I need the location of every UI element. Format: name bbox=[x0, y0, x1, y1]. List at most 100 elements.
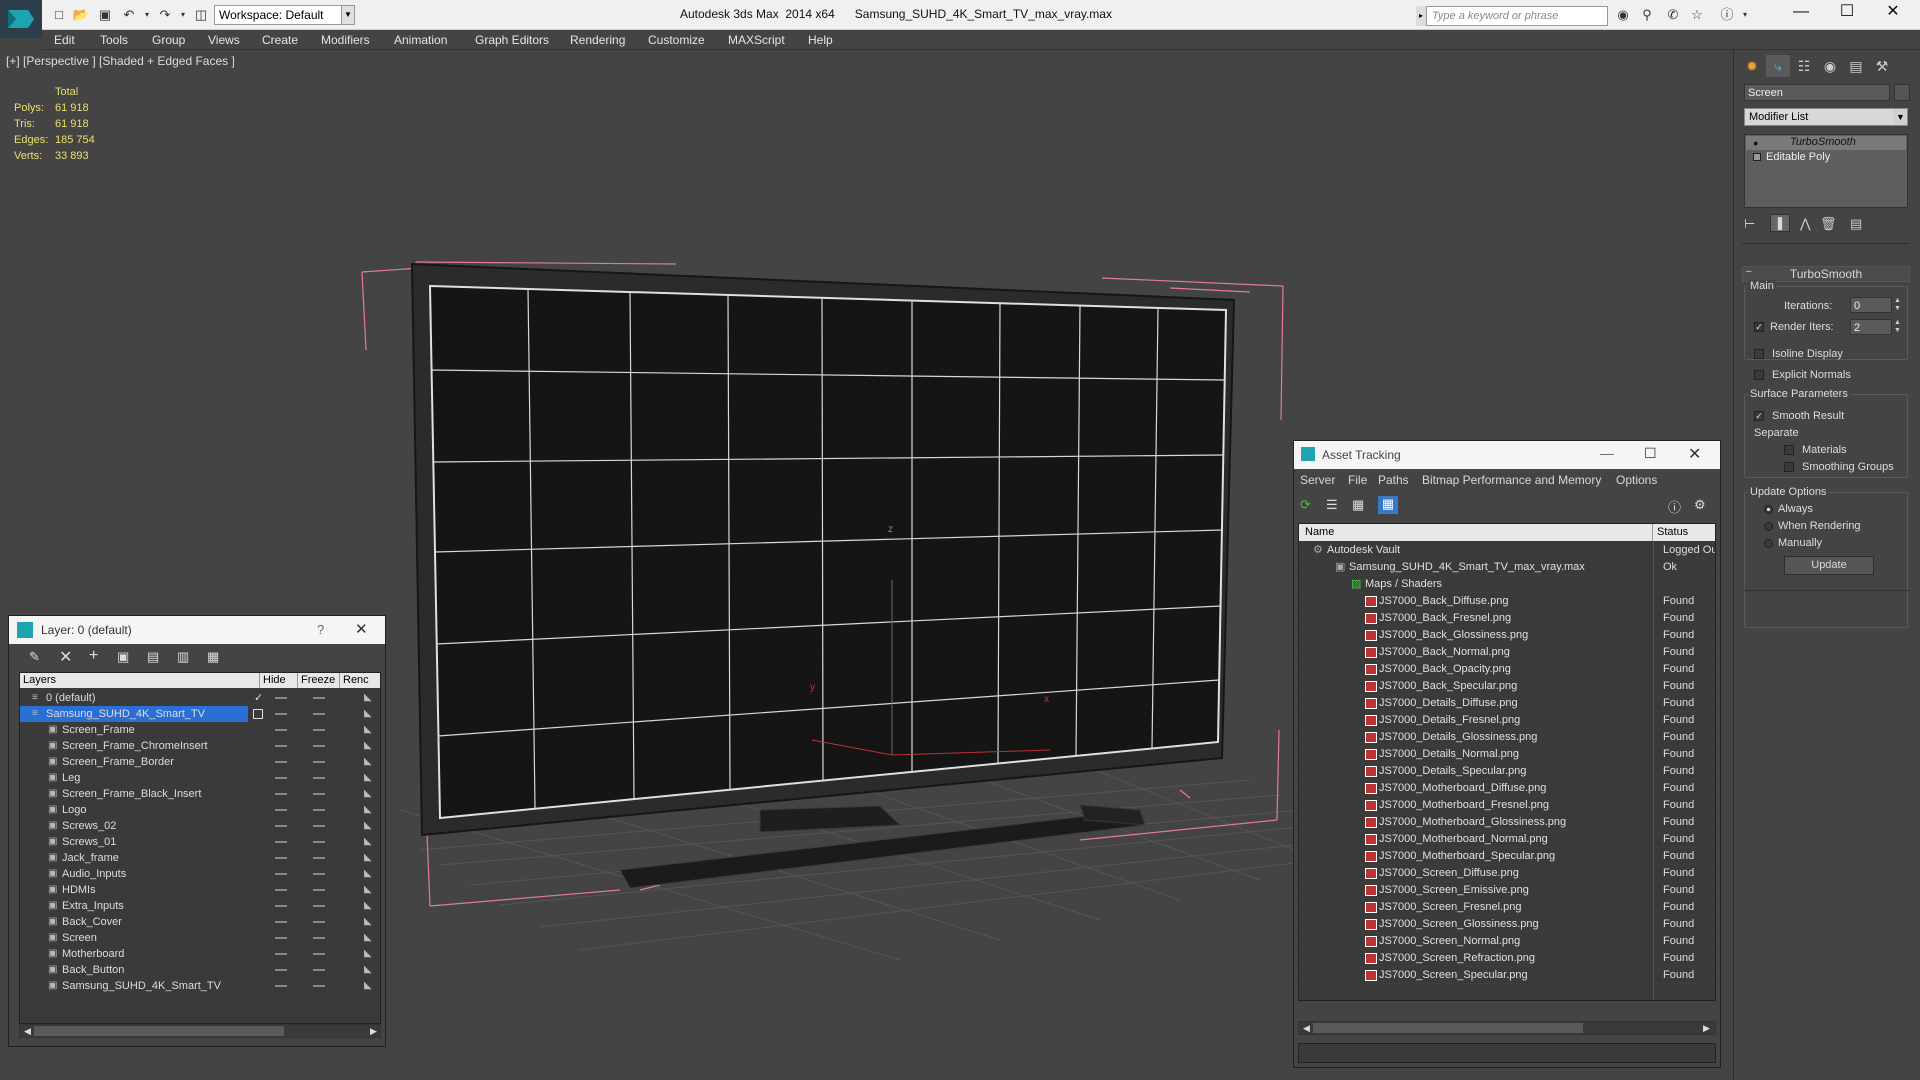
hide-toggle[interactable] bbox=[275, 969, 287, 971]
display-tab-icon[interactable]: ▤ bbox=[1844, 55, 1868, 77]
layer-dialog-title[interactable]: Layer: 0 (default) bbox=[9, 616, 385, 644]
render-teapot-icon[interactable]: ◣ bbox=[364, 946, 372, 962]
create-tab-icon[interactable]: ✹ bbox=[1740, 55, 1764, 77]
modifier-list-dropdown[interactable]: Modifier List bbox=[1744, 108, 1908, 126]
render-iters-input[interactable]: 2 bbox=[1850, 319, 1892, 335]
scroll-right-icon[interactable]: ▶ bbox=[370, 1026, 377, 1037]
freeze-toggle[interactable] bbox=[313, 921, 325, 923]
column-name[interactable]: Name bbox=[1299, 524, 1653, 541]
chevron-down-icon[interactable]: ▼ bbox=[341, 5, 355, 25]
layer-row[interactable]: ▣ Audio_Inputs ◣ bbox=[20, 866, 373, 882]
asset-row[interactable]: JS7000_Screen_Diffuse.png Found bbox=[1299, 865, 1715, 882]
menu-help[interactable]: Help bbox=[808, 33, 833, 47]
close-button[interactable]: ✕ bbox=[1688, 444, 1701, 464]
hide-toggle[interactable] bbox=[275, 761, 287, 763]
hide-toggle[interactable] bbox=[275, 697, 287, 699]
collapse-icon[interactable]: – bbox=[1746, 266, 1752, 277]
make-unique-icon[interactable]: ⋀ bbox=[1800, 216, 1811, 232]
asset-row[interactable]: JS7000_Screen_Glossiness.png Found bbox=[1299, 916, 1715, 933]
freeze-toggle[interactable] bbox=[313, 857, 325, 859]
favorites-star-icon[interactable]: ☆ bbox=[1688, 6, 1706, 23]
maximize-button[interactable]: ☐ bbox=[1644, 445, 1657, 462]
column-freeze[interactable]: Freeze bbox=[298, 673, 340, 688]
menu-server[interactable]: Server bbox=[1300, 473, 1335, 487]
render-teapot-icon[interactable]: ◣ bbox=[364, 802, 372, 818]
asset-row[interactable]: JS7000_Details_Diffuse.png Found bbox=[1299, 695, 1715, 712]
scroll-thumb[interactable] bbox=[1313, 1023, 1583, 1033]
layer-row[interactable]: ▣ Motherboard ◣ bbox=[20, 946, 373, 962]
render-iters-spinner[interactable]: ▲ ▼ bbox=[1894, 319, 1904, 335]
hide-toggle[interactable] bbox=[275, 729, 287, 731]
asset-row[interactable]: JS7000_Motherboard_Diffuse.png Found bbox=[1299, 780, 1715, 797]
manually-radio[interactable] bbox=[1764, 539, 1773, 548]
asset-row[interactable]: JS7000_Motherboard_Fresnel.png Found bbox=[1299, 797, 1715, 814]
close-icon[interactable]: ✕ bbox=[355, 620, 368, 638]
freeze-toggle[interactable] bbox=[313, 729, 325, 731]
expand-icon[interactable] bbox=[1753, 153, 1761, 161]
refresh-icon[interactable]: ⟳ bbox=[1300, 497, 1311, 513]
render-teapot-icon[interactable]: ◣ bbox=[364, 722, 372, 738]
freeze-toggle[interactable] bbox=[313, 969, 325, 971]
render-teapot-icon[interactable]: ◣ bbox=[364, 866, 372, 882]
open-file-icon[interactable]: 📂 bbox=[72, 6, 90, 23]
subscription-icon[interactable]: ⚲ bbox=[1638, 6, 1656, 23]
asset-horizontal-scrollbar[interactable]: ◀ ▶ bbox=[1298, 1021, 1716, 1035]
layer-row[interactable]: ▣ Screws_01 ◣ bbox=[20, 834, 373, 850]
layer-row[interactable]: ▣ Back_Cover ◣ bbox=[20, 914, 373, 930]
help-icon[interactable]: ⓘ bbox=[1718, 6, 1736, 23]
menu-graph-editors[interactable]: Graph Editors bbox=[475, 33, 549, 47]
freeze-toggle[interactable] bbox=[313, 937, 325, 939]
render-iters-checkbox[interactable]: ✓ bbox=[1754, 322, 1764, 332]
layer-row[interactable]: ▣ Samsung_SUHD_4K_Smart_TV ◣ bbox=[20, 978, 373, 994]
asset-row[interactable]: JS7000_Screen_Refraction.png Found bbox=[1299, 950, 1715, 967]
menu-bitmap-performance[interactable]: Bitmap Performance and Memory bbox=[1422, 473, 1601, 487]
hide-toggle[interactable] bbox=[275, 889, 287, 891]
chevron-down-icon[interactable]: ▼ bbox=[1894, 109, 1907, 125]
asset-row[interactable]: JS7000_Motherboard_Glossiness.png Found bbox=[1299, 814, 1715, 831]
asset-row[interactable]: JS7000_Back_Normal.png Found bbox=[1299, 644, 1715, 661]
hide-toggle[interactable] bbox=[275, 793, 287, 795]
freeze-toggle[interactable] bbox=[313, 985, 325, 987]
render-teapot-icon[interactable]: ◣ bbox=[364, 770, 372, 786]
stack-item-turbosmooth[interactable]: TurboSmooth bbox=[1746, 136, 1906, 150]
menu-maxscript[interactable]: MAXScript bbox=[728, 33, 785, 47]
layer-row[interactable]: ▣ Screen_Frame ◣ bbox=[20, 722, 373, 738]
minimize-button[interactable]: — bbox=[1600, 445, 1614, 461]
when-rendering-radio[interactable] bbox=[1764, 522, 1773, 531]
freeze-toggle[interactable] bbox=[313, 761, 325, 763]
render-teapot-icon[interactable]: ◣ bbox=[364, 978, 372, 994]
object-name-field[interactable]: Screen bbox=[1744, 84, 1890, 101]
menu-edit[interactable]: Edit bbox=[54, 33, 75, 47]
configure-modifier-sets-icon[interactable]: ▤ bbox=[1850, 216, 1862, 232]
undo-icon[interactable]: ↶ bbox=[120, 6, 138, 23]
column-status[interactable]: Status bbox=[1653, 524, 1715, 541]
freeze-toggle[interactable] bbox=[313, 745, 325, 747]
freeze-toggle[interactable] bbox=[313, 825, 325, 827]
menu-group[interactable]: Group bbox=[152, 33, 185, 47]
layer-row[interactable]: ▣ Screen_Frame_Border ◣ bbox=[20, 754, 373, 770]
scroll-right-icon[interactable]: ▶ bbox=[1703, 1023, 1710, 1034]
freeze-toggle[interactable] bbox=[313, 777, 325, 779]
highlight-layer-icon[interactable]: ▥ bbox=[177, 649, 189, 665]
hide-toggle[interactable] bbox=[275, 841, 287, 843]
asset-row[interactable]: JS7000_Screen_Specular.png Found bbox=[1299, 967, 1715, 984]
layer-row[interactable]: ▣ Screen_Frame_ChromeInsert ◣ bbox=[20, 738, 373, 754]
menu-options[interactable]: Options bbox=[1616, 473, 1657, 487]
asset-row[interactable]: JS7000_Back_Glossiness.png Found bbox=[1299, 627, 1715, 644]
render-teapot-icon[interactable]: ◣ bbox=[364, 786, 372, 802]
asset-path-field[interactable] bbox=[1298, 1043, 1716, 1063]
isoline-display-checkbox[interactable] bbox=[1754, 349, 1764, 359]
redo-dropdown-icon[interactable]: ▾ bbox=[174, 6, 192, 23]
iterations-input[interactable]: 0 bbox=[1850, 297, 1892, 313]
layer-row[interactable]: ▣ Screen_Frame_Black_Insert ◣ bbox=[20, 786, 373, 802]
maximize-button[interactable]: ☐ bbox=[1824, 0, 1870, 26]
layer-row[interactable]: ▣ Screws_02 ◣ bbox=[20, 818, 373, 834]
object-color-swatch[interactable] bbox=[1894, 84, 1910, 101]
project-folder-icon[interactable]: ◫ bbox=[192, 6, 210, 23]
asset-row[interactable]: JS7000_Motherboard_Specular.png Found bbox=[1299, 848, 1715, 865]
asset-row[interactable]: JS7000_Screen_Emissive.png Found bbox=[1299, 882, 1715, 899]
asset-row[interactable]: JS7000_Back_Diffuse.png Found bbox=[1299, 593, 1715, 610]
update-button[interactable]: Update bbox=[1784, 556, 1874, 575]
hide-toggle[interactable] bbox=[275, 825, 287, 827]
show-end-result-icon[interactable]: ❚ bbox=[1770, 214, 1790, 232]
